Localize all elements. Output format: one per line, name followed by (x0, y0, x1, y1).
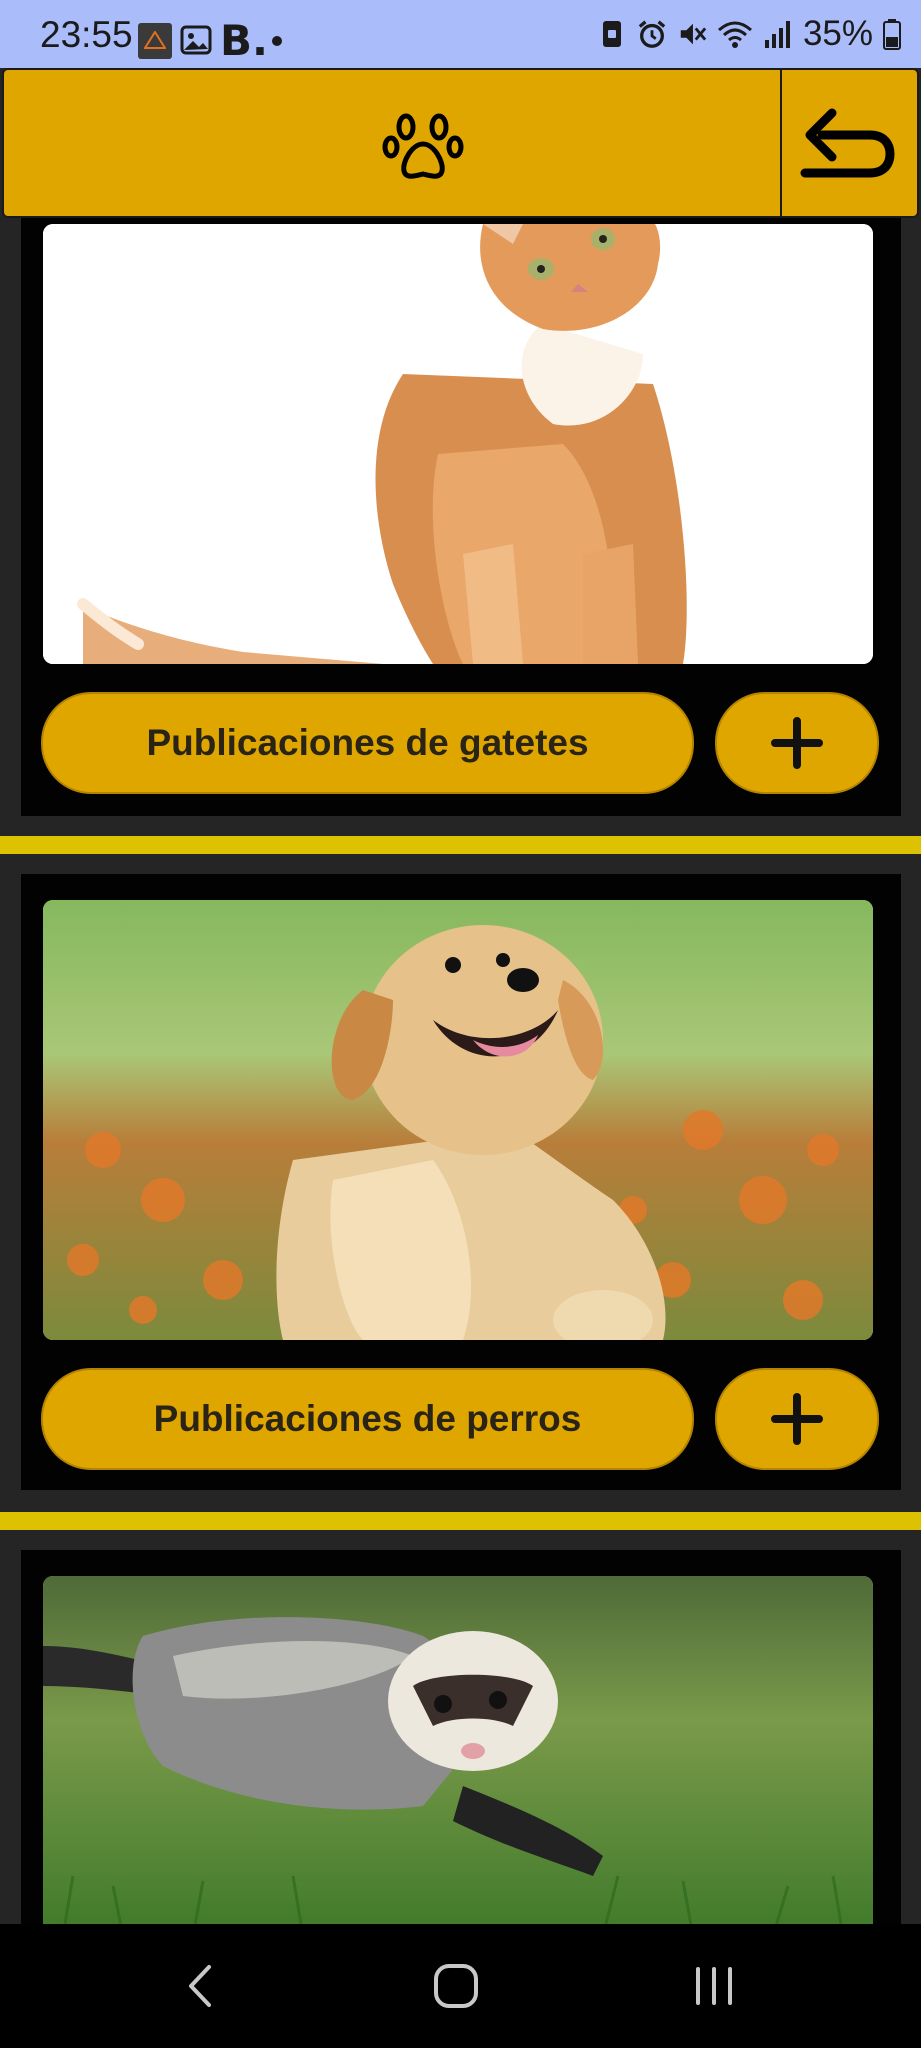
nav-back-button[interactable] (140, 1924, 260, 2048)
alarm-icon (638, 20, 666, 48)
gallery-icon (180, 25, 212, 55)
cats-posts-label: Publicaciones de gatetes (146, 722, 589, 763)
ferret-photo (43, 1576, 873, 1936)
dog-photo (43, 900, 873, 1340)
wifi-icon (717, 21, 752, 48)
home-icon (434, 1964, 478, 2008)
category-card-dogs: Publicaciones de perros (21, 874, 901, 1490)
nav-recents-button[interactable] (654, 1924, 774, 2048)
plus-icon (771, 717, 823, 769)
section-divider (0, 836, 921, 854)
system-nav-bar (0, 1924, 921, 2048)
add-cat-post-button[interactable] (715, 692, 879, 794)
status-time: 23:55 (40, 14, 133, 55)
app-icon (138, 23, 172, 59)
status-bar: 23:55 B. 35% (0, 0, 921, 68)
add-dog-post-button[interactable] (715, 1368, 879, 1470)
battery-percent: 35% (802, 14, 873, 53)
notification-dot (272, 36, 282, 46)
vibrate-lock-icon (602, 21, 621, 47)
plus-icon (771, 1393, 823, 1445)
back-button[interactable] (782, 70, 917, 216)
nav-home-button[interactable] (396, 1924, 516, 2048)
back-icon (189, 1965, 211, 2007)
cats-posts-button[interactable]: Publicaciones de gatetes (41, 692, 694, 794)
mute-icon (680, 23, 707, 45)
category-card-cats: Publicaciones de gatetes (21, 218, 901, 816)
b-app-icon: B. (220, 16, 268, 65)
status-icons: 35% (597, 14, 901, 54)
back-arrow-icon (800, 108, 895, 178)
paw-icon (382, 113, 464, 179)
section-divider (0, 1512, 921, 1530)
signal-icon (764, 21, 790, 48)
category-card-ferrets (21, 1550, 901, 1936)
dogs-posts-label: Publicaciones de perros (153, 1398, 582, 1439)
battery-icon (883, 19, 901, 50)
dogs-posts-button[interactable]: Publicaciones de perros (41, 1368, 694, 1470)
recents-icon (696, 1967, 732, 2005)
cat-photo (43, 224, 873, 664)
app-header (2, 68, 919, 218)
